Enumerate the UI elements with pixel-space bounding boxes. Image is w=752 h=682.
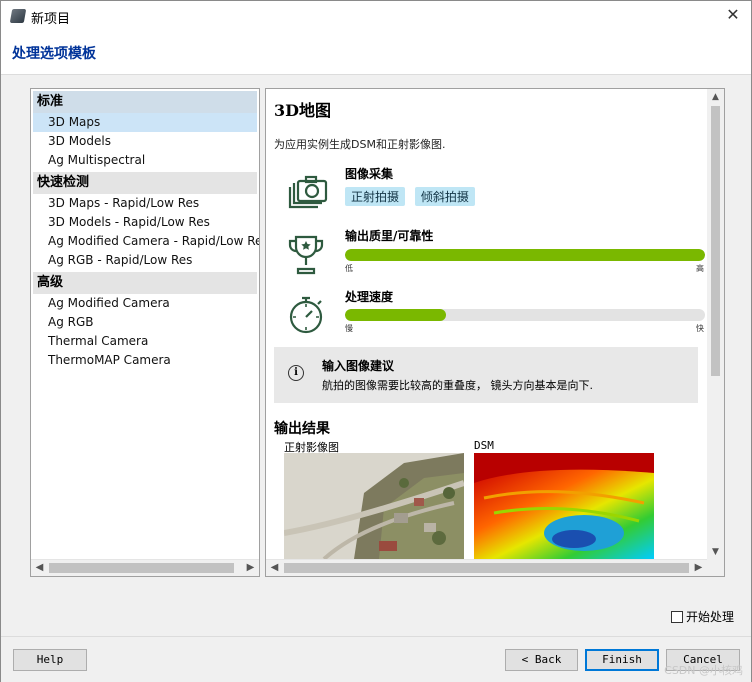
speed-bar bbox=[345, 309, 705, 321]
group-header: 高级 bbox=[33, 272, 257, 294]
template-list-item[interactable]: Thermal Camera bbox=[33, 332, 257, 351]
speed-low-label: 慢 bbox=[345, 324, 353, 333]
watermark: CSDN @小核鸡 bbox=[664, 664, 743, 677]
scroll-down-arrow-icon[interactable]: ▼ bbox=[707, 544, 724, 560]
template-list-body: 标准 3D Maps 3D Models Ag Multispectral 快速检测 3D… bbox=[31, 91, 259, 370]
template-detail-panel: 3D地图 为应用实例生成DSM和正射影像图. 图像采集 正射拍摄 倾斜拍摄 输出… bbox=[265, 88, 725, 577]
detail-title: 3D地图 bbox=[274, 101, 332, 120]
template-list-item[interactable]: Ag RGB - Rapid/Low Res bbox=[33, 251, 257, 270]
speed-bar-fill bbox=[345, 309, 446, 321]
scroll-right-arrow-icon[interactable]: ▶ bbox=[690, 560, 707, 576]
speed-label: 处理速度 bbox=[345, 290, 394, 304]
template-list-item[interactable]: Ag Modified Camera - Rapid/Low Res bbox=[33, 232, 259, 251]
back-button[interactable]: < Back bbox=[505, 649, 578, 671]
tip-title: 输入图像建议 bbox=[322, 359, 395, 373]
template-list-item[interactable]: ThermoMAP Camera bbox=[33, 351, 257, 370]
vertical-scrollbar-thumb[interactable] bbox=[711, 106, 720, 376]
capture-tags: 正射拍摄 倾斜拍摄 bbox=[345, 187, 481, 206]
help-button[interactable]: Help bbox=[13, 649, 87, 671]
template-list-item[interactable]: 3D Models - Rapid/Low Res bbox=[33, 213, 257, 232]
template-list-item[interactable]: Ag Multispectral bbox=[33, 151, 257, 170]
camera-stack-icon bbox=[288, 175, 328, 209]
finish-button[interactable]: Finish bbox=[585, 649, 659, 671]
quality-label: 输出质里/可靠性 bbox=[345, 229, 434, 243]
detail-content: 3D地图 为应用实例生成DSM和正射影像图. 图像采集 正射拍摄 倾斜拍摄 输出… bbox=[274, 95, 705, 559]
horizontal-scrollbar-thumb[interactable] bbox=[284, 563, 689, 573]
tip-text: 航拍的图像需要比较高的重叠度， 镜头方向基本是向下. bbox=[322, 379, 593, 392]
title-bar: 新项目 ✕ bbox=[1, 1, 751, 31]
footer-bar: Help < Back Finish Cancel CSDN @小核鸡 bbox=[1, 636, 751, 682]
template-list-item[interactable]: 3D Models bbox=[33, 132, 257, 151]
trophy-icon bbox=[288, 235, 324, 275]
start-processing-option[interactable]: 开始处理 bbox=[671, 608, 734, 625]
dialog-window: 新项目 ✕ 处理选项模板 标准 3D Maps 3D Models Ag Multis… bbox=[0, 0, 752, 682]
dsm-preview-image bbox=[474, 453, 654, 559]
input-recommendation-box: i 输入图像建议 航拍的图像需要比较高的重叠度， 镜头方向基本是向下. bbox=[274, 347, 698, 403]
window-title: 新项目 bbox=[31, 12, 71, 27]
template-list[interactable]: 标准 3D Maps 3D Models Ag Multispectral 快速检测 3D… bbox=[30, 88, 260, 577]
output-dsm-caption: DSM bbox=[474, 439, 494, 452]
app-icon bbox=[9, 9, 27, 23]
info-icon: i bbox=[288, 365, 304, 381]
scroll-up-arrow-icon[interactable]: ▲ bbox=[707, 89, 724, 105]
template-list-item[interactable]: 3D Maps bbox=[33, 113, 257, 132]
detail-description: 为应用实例生成DSM和正射影像图. bbox=[274, 138, 446, 151]
outputs-title: 输出结果 bbox=[274, 421, 330, 437]
header: 处理选项模板 bbox=[1, 31, 751, 75]
quality-low-label: 低 bbox=[345, 264, 353, 273]
group-header: 标准 bbox=[33, 91, 257, 113]
template-list-item[interactable]: Ag RGB bbox=[33, 313, 257, 332]
start-processing-checkbox[interactable] bbox=[671, 611, 683, 623]
tag-oblique: 倾斜拍摄 bbox=[414, 187, 475, 206]
template-list-item[interactable]: 3D Maps - Rapid/Low Res bbox=[33, 194, 257, 213]
scroll-left-arrow-icon[interactable]: ◀ bbox=[266, 560, 283, 576]
quality-bar-fill bbox=[345, 249, 705, 261]
quality-bar bbox=[345, 249, 705, 261]
stopwatch-icon bbox=[289, 296, 323, 334]
orthomosaic-preview-image bbox=[284, 453, 464, 559]
page-title: 处理选项模板 bbox=[12, 46, 96, 62]
scrollbar-corner bbox=[707, 559, 724, 576]
start-processing-label[interactable]: 开始处理 bbox=[686, 610, 734, 624]
speed-high-label: 快 bbox=[696, 324, 704, 333]
capture-label: 图像采集 bbox=[345, 167, 394, 181]
quality-high-label: 高 bbox=[696, 264, 704, 273]
scroll-left-arrow-icon[interactable]: ◀ bbox=[31, 560, 48, 576]
close-icon[interactable]: ✕ bbox=[723, 5, 743, 25]
detail-horizontal-scrollbar[interactable]: ◀ ▶ bbox=[266, 559, 724, 576]
template-list-item[interactable]: Ag Modified Camera bbox=[33, 294, 257, 313]
scrollbar-thumb[interactable] bbox=[49, 563, 234, 573]
detail-vertical-scrollbar[interactable]: ▲ ▼ bbox=[707, 89, 724, 560]
group-header: 快速检测 bbox=[33, 172, 257, 194]
tag-nadir: 正射拍摄 bbox=[345, 187, 406, 206]
list-horizontal-scrollbar[interactable]: ◀ ▶ bbox=[31, 559, 259, 576]
scroll-right-arrow-icon[interactable]: ▶ bbox=[242, 560, 259, 576]
